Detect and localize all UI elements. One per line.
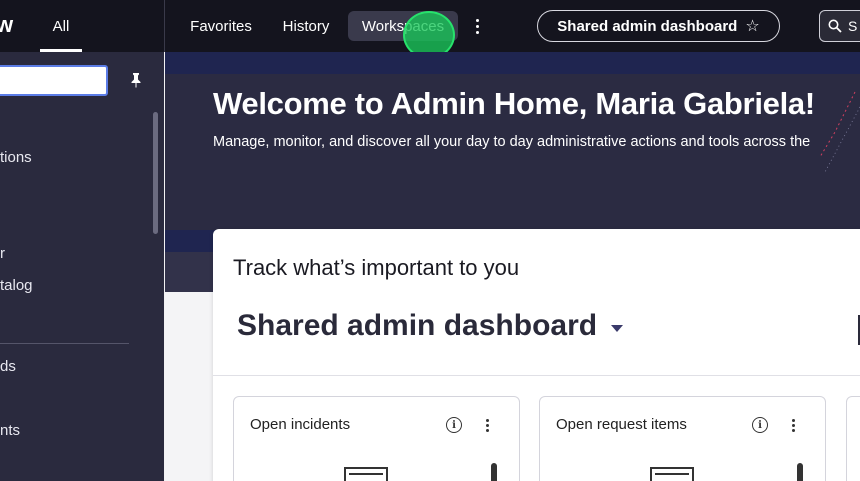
shared-dashboard-pill[interactable]: Shared admin dashboard ☆ xyxy=(537,10,780,42)
nav-favorites[interactable]: Favorites xyxy=(180,11,262,41)
widget-scrollbar[interactable] xyxy=(491,463,497,481)
info-icon[interactable]: i xyxy=(446,417,462,433)
search-label: S xyxy=(848,18,858,34)
nav-divider xyxy=(164,0,165,52)
info-icon[interactable]: i xyxy=(752,417,768,433)
more-menu-icon[interactable] xyxy=(468,11,486,41)
decoration-graphic xyxy=(819,91,860,173)
sidebar-item-3[interactable]: talog xyxy=(0,277,33,294)
card-divider xyxy=(213,375,860,376)
caret-down-icon[interactable] xyxy=(611,324,624,332)
nav-history[interactable]: History xyxy=(272,11,340,41)
dashboard-selector[interactable]: Shared admin dashboard xyxy=(237,309,624,343)
more-options-icon[interactable] xyxy=(484,417,490,433)
pin-icon[interactable] xyxy=(129,72,145,90)
widget-title: Open request items xyxy=(556,416,687,433)
search-icon xyxy=(828,19,842,33)
app-logo[interactable]: w xyxy=(0,12,13,38)
dashboard-card: Track what’s important to you Shared adm… xyxy=(213,229,860,481)
nav-workspaces[interactable]: Workspaces xyxy=(348,11,458,41)
banner-top-band xyxy=(165,52,860,74)
dashboard-selector-label: Shared admin dashboard xyxy=(237,309,598,342)
star-icon[interactable]: ☆ xyxy=(745,16,759,36)
nav-all-label: All xyxy=(52,17,70,35)
widget-chart-icon xyxy=(344,467,388,481)
track-heading: Track what’s important to you xyxy=(233,255,520,280)
more-options-icon[interactable] xyxy=(790,417,796,433)
widget-title: Open incidents xyxy=(250,416,351,433)
widget-chart-icon xyxy=(650,467,694,481)
widget-scrollbar[interactable] xyxy=(797,463,803,481)
widget-open-incidents[interactable]: Open incidents i xyxy=(233,396,520,481)
sidebar: tions r talog ds nts xyxy=(0,52,164,481)
widget-open-request-items[interactable]: Open request items i xyxy=(539,396,826,481)
sidebar-scrollbar[interactable] xyxy=(153,112,158,234)
sidebar-item-1[interactable]: tions xyxy=(0,149,32,166)
sidebar-item-4[interactable]: ds xyxy=(0,358,16,375)
top-navigation: w All Favorites History Workspaces Share… xyxy=(0,0,860,59)
nav-all-tab[interactable]: All xyxy=(40,0,82,52)
sidebar-divider xyxy=(0,343,129,344)
sidebar-item-2[interactable]: r xyxy=(0,245,5,262)
shared-dashboard-label: Shared admin dashboard xyxy=(557,17,738,35)
widget-partial[interactable] xyxy=(846,396,860,481)
navigator-filter-input[interactable] xyxy=(0,65,108,96)
global-search-button[interactable]: S xyxy=(819,10,860,42)
sidebar-item-5[interactable]: nts xyxy=(0,422,20,439)
welcome-title: Welcome to Admin Home, Maria Gabriela! xyxy=(213,86,815,121)
welcome-subtitle: Manage, monitor, and discover all your d… xyxy=(213,134,811,150)
